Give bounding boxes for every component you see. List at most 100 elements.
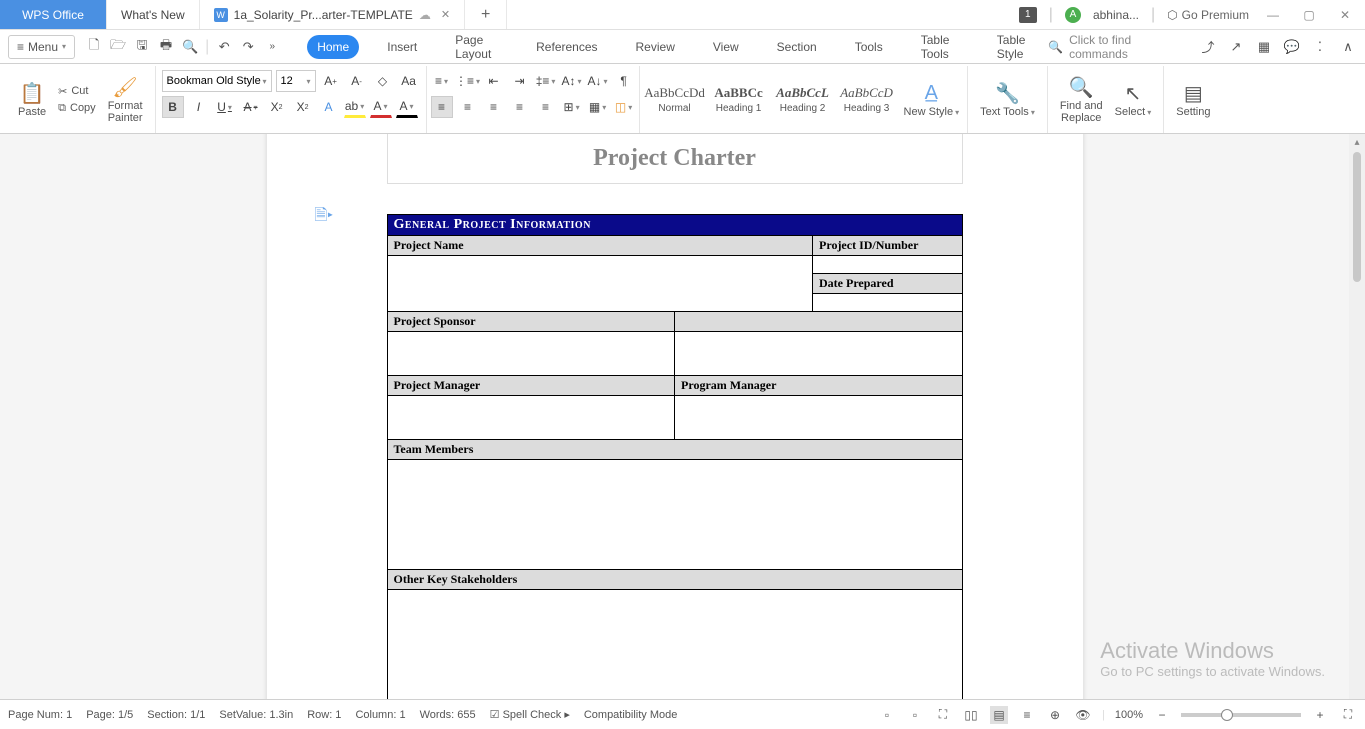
font-name-select[interactable]: Bookman Old Style▾ [162, 70, 272, 92]
superscript-button[interactable]: X2 [266, 96, 288, 118]
notification-badge[interactable]: 1 [1019, 7, 1037, 23]
style-heading2[interactable]: AaBbCcLHeading 2 [772, 83, 834, 116]
fit-page-button[interactable]: ⛶ [1339, 706, 1357, 724]
tab-home[interactable]: Home [307, 35, 359, 59]
tab-tools[interactable]: Tools [845, 35, 893, 59]
tab-insert[interactable]: Insert [377, 35, 427, 59]
status-words[interactable]: Words: 655 [420, 709, 476, 721]
qat-save-icon[interactable]: 🖫 [133, 38, 151, 56]
strike-button[interactable]: A [240, 96, 262, 118]
zoom-slider[interactable] [1181, 713, 1301, 717]
status-page[interactable]: Page: 1/5 [86, 709, 133, 721]
project-table[interactable]: General Project Information Project Name… [387, 214, 963, 699]
qat-preview-icon[interactable]: 🔍 [181, 38, 199, 56]
status-setvalue[interactable]: SetValue: 1.3in [219, 709, 293, 721]
view-page-icon[interactable]: ▤ [990, 706, 1008, 724]
style-heading1[interactable]: AaBBCcHeading 1 [708, 83, 770, 116]
export-icon[interactable]: ↗ [1227, 38, 1245, 56]
cell-project-id[interactable] [813, 256, 963, 274]
view-mode2-icon[interactable]: ▫ [906, 706, 924, 724]
grow-font-button[interactable]: A+ [320, 70, 342, 92]
tab-close-icon[interactable]: ✕ [441, 8, 450, 21]
tab-references[interactable]: References [526, 35, 607, 59]
qat-print-icon[interactable]: 🖶 [157, 38, 175, 56]
find-commands[interactable]: 🔍 Click to find commands [1048, 33, 1181, 61]
qat-undo-icon[interactable]: ↶ [215, 38, 233, 56]
change-case-button[interactable]: Aa [398, 70, 420, 92]
highlight-button[interactable]: ab [344, 96, 366, 118]
layout-icon[interactable]: ▦ [1255, 38, 1273, 56]
status-section[interactable]: Section: 1/1 [147, 709, 205, 721]
scroll-thumb[interactable] [1353, 152, 1361, 282]
user-name[interactable]: abhina... [1093, 8, 1139, 22]
underline-button[interactable]: U [214, 96, 236, 118]
tab-document[interactable]: W 1a_Solarity_Pr...arter-TEMPLATE ☁ ✕ [200, 0, 465, 29]
status-compat[interactable]: Compatibility Mode [584, 709, 678, 721]
cell-project-name[interactable] [387, 256, 813, 312]
italic-button[interactable]: I [188, 96, 210, 118]
status-pagenum[interactable]: Page Num: 1 [8, 709, 72, 721]
font-size-select[interactable]: 12▾ [276, 70, 316, 92]
scroll-up-icon[interactable]: ▴ [1354, 134, 1359, 150]
font-color-button[interactable]: A [370, 96, 392, 118]
shading-button[interactable]: A [396, 96, 418, 118]
cell-sponsor-right[interactable] [675, 332, 963, 376]
tab-section[interactable]: Section [767, 35, 827, 59]
close-button[interactable]: ✕ [1333, 3, 1357, 27]
copy-button[interactable]: ⧉Copy [54, 101, 100, 116]
share-icon[interactable]: ⤴ [1199, 38, 1217, 56]
view-eye-icon[interactable]: 👁 [1074, 706, 1092, 724]
status-column[interactable]: Column: 1 [355, 709, 405, 721]
show-marks-button[interactable]: ¶ [613, 70, 635, 92]
find-replace-button[interactable]: 🔍Find and Replace [1056, 73, 1107, 126]
cell-project-manager[interactable] [387, 396, 675, 440]
bold-button[interactable]: B [162, 96, 184, 118]
maximize-button[interactable]: ▢ [1297, 3, 1321, 27]
tab-review[interactable]: Review [626, 35, 685, 59]
justify-button[interactable]: ≡ [509, 96, 531, 118]
document-area[interactable]: 🗎▸ Project Charter General Project Infor… [0, 134, 1349, 699]
qat-redo-icon[interactable]: ↷ [239, 38, 257, 56]
page-side-icon[interactable]: 🗎▸ [315, 204, 334, 231]
go-premium-button[interactable]: ⬡Go Premium [1167, 8, 1249, 22]
zoom-handle[interactable] [1221, 709, 1233, 721]
view-mode1-icon[interactable]: ▫ [878, 706, 896, 724]
view-fullscreen-icon[interactable]: ⛶ [934, 706, 952, 724]
cut-button[interactable]: ✂Cut [54, 84, 100, 99]
decrease-indent-button[interactable]: ⇤ [483, 70, 505, 92]
clear-format-button[interactable]: ◇ [372, 70, 394, 92]
increase-indent-button[interactable]: ⇥ [509, 70, 531, 92]
tab-whats-new[interactable]: What's New [107, 0, 200, 29]
collapse-ribbon-icon[interactable]: ⁚ [1311, 38, 1329, 56]
tab-add[interactable]: + [465, 0, 507, 29]
comment-icon[interactable]: 💬 [1283, 38, 1301, 56]
user-avatar[interactable]: A [1065, 7, 1081, 23]
qat-open-icon[interactable]: 🗁 [109, 38, 127, 56]
vertical-scrollbar[interactable]: ▴ [1349, 134, 1365, 699]
view-outline-icon[interactable]: ≡ [1018, 706, 1036, 724]
cell-project-sponsor[interactable] [387, 332, 675, 376]
text-tools-button[interactable]: 🔧Text Tools [976, 79, 1039, 120]
tab-page-layout[interactable]: Page Layout [445, 28, 508, 66]
align-center-button[interactable]: ≡ [457, 96, 479, 118]
zoom-in-button[interactable]: + [1311, 706, 1329, 724]
shrink-font-button[interactable]: A- [346, 70, 368, 92]
numbering-button[interactable]: ⋮≡ [457, 70, 479, 92]
select-button[interactable]: ↖Select [1111, 79, 1156, 120]
align-left-button[interactable]: ≡ [431, 96, 453, 118]
menu-button[interactable]: ≡ Menu ▾ [8, 35, 75, 59]
format-painter-button[interactable]: 🖌Format Painter [104, 73, 147, 126]
qat-new-icon[interactable]: 🗋 [85, 38, 103, 56]
align-right-button[interactable]: ≡ [483, 96, 505, 118]
subscript-button[interactable]: X2 [292, 96, 314, 118]
status-spellcheck[interactable]: ☑ Spell Check ▸ [490, 708, 570, 721]
cell-team-members[interactable] [387, 460, 962, 570]
cell-program-manager[interactable] [675, 396, 963, 440]
tab-table-style[interactable]: Table Style [987, 28, 1044, 66]
para-shading-button[interactable]: ◫ [613, 96, 635, 118]
style-heading3[interactable]: AaBbCcDHeading 3 [836, 83, 898, 116]
borders-button[interactable]: ▦ [587, 96, 609, 118]
cell-date-prepared[interactable] [813, 294, 963, 312]
view-book-icon[interactable]: ▯▯ [962, 706, 980, 724]
text-effects-button[interactable]: A [318, 96, 340, 118]
